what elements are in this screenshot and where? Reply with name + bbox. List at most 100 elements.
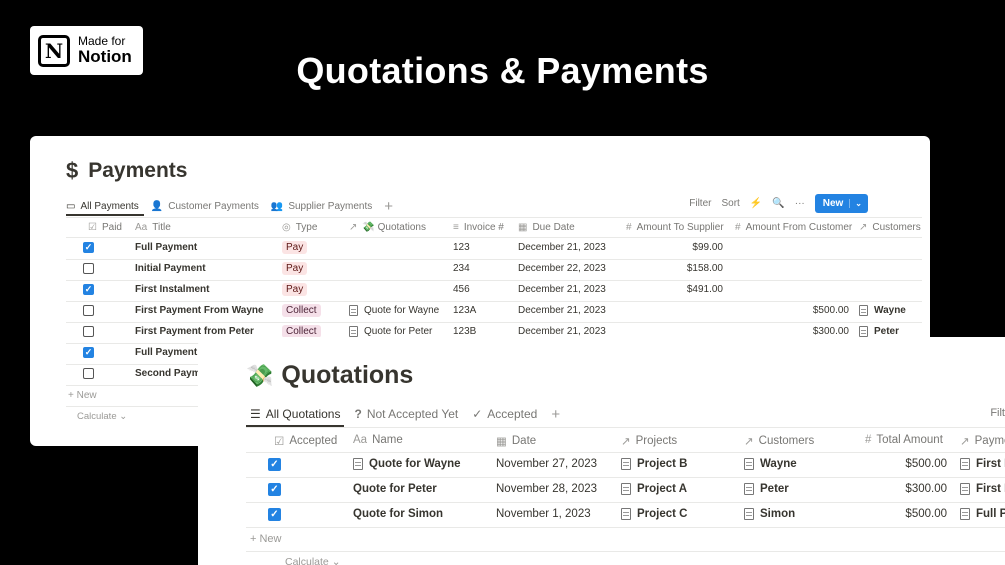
customer-relation[interactable]: Peter (859, 326, 899, 337)
column-header-date[interactable]: ▦ Date (496, 434, 536, 448)
row-title[interactable]: First Payment From Wayne (135, 305, 264, 316)
table-row[interactable]: ✓ Quote for Peter November 28, 2023 Proj… (198, 478, 1005, 502)
quotation-relation[interactable]: Quote for Wayne (349, 305, 439, 316)
customer-relation[interactable]: Wayne (744, 458, 797, 470)
paid-checkbox[interactable] (83, 263, 94, 274)
amount-to-supplier[interactable]: $99.00 (626, 242, 723, 253)
tab-all-payments[interactable]: ▭ All Payments (66, 201, 139, 212)
total-amount[interactable]: $500.00 (865, 508, 947, 520)
paid-checkbox[interactable]: ✓ (83, 284, 94, 295)
column-header-projects[interactable]: ↗ Projects (621, 434, 677, 448)
row-title[interactable]: Initial Payment (135, 263, 206, 274)
new-row-button[interactable]: + New (250, 533, 282, 545)
due-date[interactable]: December 21, 2023 (518, 305, 606, 316)
column-header-paid[interactable]: ☑ Paid (88, 222, 122, 233)
due-date[interactable]: December 21, 2023 (518, 242, 606, 253)
table-row[interactable]: ✓ Quote for Simon November 1, 2023 Proje… (198, 503, 1005, 527)
due-date[interactable]: December 21, 2023 (518, 284, 606, 295)
quote-name[interactable]: Quote for Simon (353, 508, 443, 520)
column-header-payments[interactable]: ↗ Payme (960, 434, 1005, 448)
project-relation[interactable]: Project B (621, 458, 688, 470)
column-header-invoice[interactable]: ≡ Invoice # (453, 222, 504, 233)
filter-button[interactable]: Filt (990, 407, 1005, 419)
new-button[interactable]: New ⌄ (814, 194, 868, 213)
row-title[interactable]: Second Payme (135, 368, 206, 379)
quote-name[interactable]: Quote for Peter (353, 483, 437, 495)
row-title[interactable]: Full Payment f (135, 347, 203, 358)
tab-all-quotations[interactable]: ☰ All Quotations (250, 407, 340, 421)
paid-checkbox[interactable] (83, 368, 94, 379)
quote-date[interactable]: November 28, 2023 (496, 483, 597, 495)
payment-relation[interactable]: Full Pa (960, 508, 1005, 520)
amount-from-customer[interactable]: $500.00 (735, 305, 849, 316)
paid-checkbox[interactable]: ✓ (83, 347, 94, 358)
column-header-customers[interactable]: ↗ Customers (859, 222, 921, 233)
amount-to-supplier[interactable]: $158.00 (626, 263, 723, 274)
column-header-quotations[interactable]: ↗ 💸 Quotations (349, 222, 426, 233)
quote-name[interactable]: Quote for Wayne (353, 458, 461, 470)
table-row[interactable]: First Payment From Wayne Collect Quote f… (30, 301, 930, 322)
column-header-name[interactable]: Aa Name (353, 434, 403, 446)
tab-supplier-payments[interactable]: 👥 Supplier Payments (271, 201, 372, 212)
column-header-customers[interactable]: ↗ Customers (744, 434, 814, 448)
project-relation[interactable]: Project A (621, 483, 687, 495)
table-row[interactable]: ✓ First Instalment Pay 456 December 21, … (30, 280, 930, 301)
search-icon[interactable]: 🔍 (772, 198, 784, 209)
table-row[interactable]: Initial Payment Pay 234 December 22, 202… (30, 259, 930, 280)
column-header-due-date[interactable]: ▦ Due Date (518, 222, 575, 233)
invoice-number[interactable]: 234 (453, 263, 470, 274)
project-relation[interactable]: Project C (621, 508, 688, 520)
due-date[interactable]: December 21, 2023 (518, 326, 606, 337)
type-tag[interactable]: Collect (282, 304, 321, 317)
amount-to-supplier[interactable]: $491.00 (626, 284, 723, 295)
amount-from-customer[interactable]: $300.00 (735, 326, 849, 337)
accepted-checkbox[interactable]: ✓ (268, 483, 281, 496)
filter-button[interactable]: Filter (689, 198, 711, 209)
column-header-amount-to-supplier[interactable]: # Amount To Supplier (626, 222, 724, 233)
calculate-dropdown[interactable]: Calculate ⌄ (285, 556, 341, 565)
new-row-button[interactable]: + New (68, 390, 97, 401)
type-tag[interactable]: Pay (282, 262, 308, 275)
tab-accepted[interactable]: ✓ Accepted (472, 407, 537, 421)
invoice-number[interactable]: 456 (453, 284, 470, 295)
accepted-checkbox[interactable]: ✓ (268, 458, 281, 471)
column-header-type[interactable]: ◎ Type (282, 222, 317, 233)
add-view-button[interactable]: + (551, 406, 560, 423)
invoice-number[interactable]: 123 (453, 242, 470, 253)
quotation-relation[interactable]: Quote for Peter (349, 326, 432, 337)
column-header-title[interactable]: Aa Title (135, 222, 171, 233)
payment-relation[interactable]: First P (960, 483, 1005, 495)
customer-relation[interactable]: Simon (744, 508, 795, 520)
row-title[interactable]: Full Payment (135, 242, 197, 253)
customer-relation[interactable]: Wayne (859, 305, 906, 316)
customer-relation[interactable]: Peter (744, 483, 789, 495)
tab-not-accepted-yet[interactable]: ? Not Accepted Yet (354, 407, 458, 421)
payment-relation[interactable]: First P (960, 458, 1005, 470)
paid-checkbox[interactable]: ✓ (83, 242, 94, 253)
quote-date[interactable]: November 1, 2023 (496, 508, 591, 520)
column-header-amount-from-customer[interactable]: # Amount From Customer (735, 222, 852, 233)
table-row[interactable]: ✓ Full Payment Pay 123 December 21, 2023… (30, 238, 930, 259)
column-header-accepted[interactable]: ☑ Accepted (274, 434, 337, 448)
calculate-dropdown[interactable]: Calculate ⌄ (77, 411, 127, 422)
chevron-down-icon[interactable]: ⌄ (849, 199, 862, 208)
total-amount[interactable]: $500.00 (865, 458, 947, 470)
accepted-checkbox[interactable]: ✓ (268, 508, 281, 521)
table-row[interactable]: ✓ Quote for Wayne November 27, 2023 Proj… (198, 453, 1005, 477)
due-date[interactable]: December 22, 2023 (518, 263, 606, 274)
row-title[interactable]: First Payment from Peter (135, 326, 254, 337)
row-title[interactable]: First Instalment (135, 284, 209, 295)
more-options-icon[interactable]: ··· (795, 198, 805, 209)
total-amount[interactable]: $300.00 (865, 483, 947, 495)
paid-checkbox[interactable] (83, 305, 94, 316)
add-view-button[interactable]: + (384, 198, 393, 215)
type-tag[interactable]: Pay (282, 241, 308, 254)
sort-button[interactable]: Sort (721, 198, 739, 209)
column-header-total-amount[interactable]: # Total Amount (865, 434, 943, 446)
lightning-icon[interactable]: ⚡ (750, 198, 762, 209)
invoice-number[interactable]: 123B (453, 326, 476, 337)
quote-date[interactable]: November 27, 2023 (496, 458, 597, 470)
type-tag[interactable]: Pay (282, 283, 308, 296)
tab-customer-payments[interactable]: 👤 Customer Payments (151, 201, 259, 212)
invoice-number[interactable]: 123A (453, 305, 476, 316)
